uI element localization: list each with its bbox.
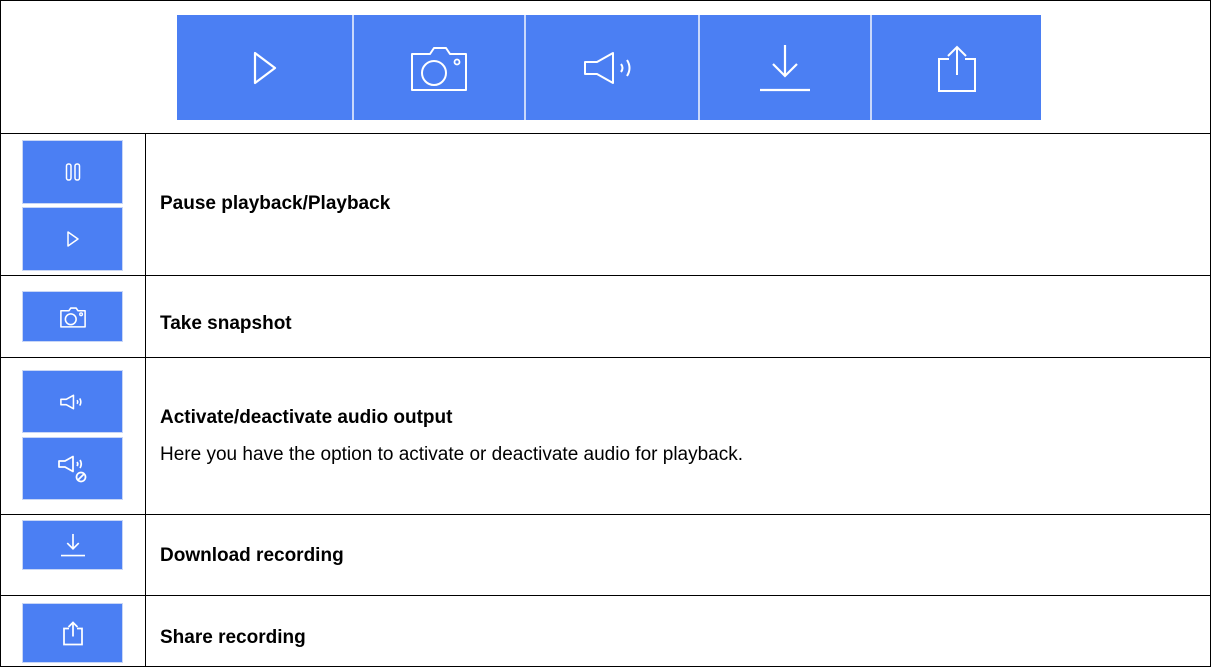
share-icon [937,45,976,92]
row-separator [0,357,1211,358]
row-label-take-snapshot: Take snapshot [160,313,292,334]
row-separator [0,595,1211,596]
share-button-sample[interactable] [22,603,123,663]
audio-on-button-sample[interactable] [22,370,123,433]
row-separator [0,275,1211,276]
speaker-muted-icon [57,455,86,482]
play-button[interactable] [177,15,352,120]
pause-icon [65,163,80,181]
row-label-audio-output: Activate/deactivate audio output [160,407,453,428]
row-description-audio-output: Here you have the option to activate or … [160,444,744,465]
playback-toolbar [177,15,1041,120]
play-icon [253,51,276,84]
audio-off-button-sample[interactable] [22,437,123,500]
share-icon [62,621,83,646]
row-label-share-recording: Share recording [160,627,306,648]
pause-button-sample[interactable] [22,140,123,204]
download-button-sample[interactable] [22,520,123,570]
row-separator [0,133,1211,134]
snapshot-button-sample[interactable] [22,291,123,342]
speaker-icon [584,51,631,84]
speaker-icon [59,393,82,410]
snapshot-button[interactable] [352,15,524,120]
column-separator [145,133,146,667]
table-border-left [0,0,1,667]
play-button-sample[interactable] [22,207,123,271]
row-label-download-recording: Download recording [160,545,344,566]
audio-button[interactable] [524,15,698,120]
row-label-pause-playback: Pause playback/Playback [160,193,391,214]
camera-icon [59,306,86,328]
download-icon [60,533,85,557]
camera-icon [411,46,467,91]
icon-legend-table: Pause playback/Playback Take snapshot Ac… [0,0,1211,667]
row-separator [0,514,1211,515]
play-icon [66,231,79,247]
download-icon [760,44,810,91]
download-button[interactable] [698,15,870,120]
share-button[interactable] [870,15,1041,120]
table-border-top [0,0,1211,1]
